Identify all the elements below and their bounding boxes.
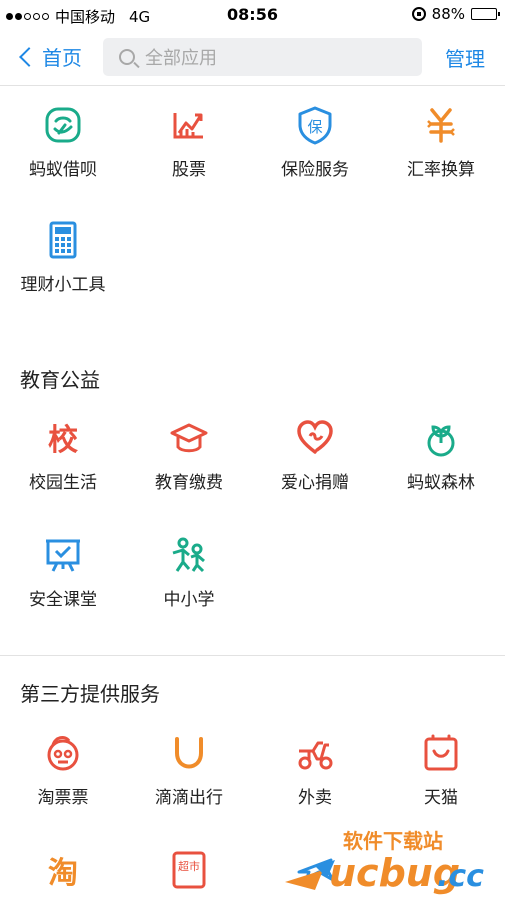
app-item-forest[interactable]: 蚂蚁森林 [378,418,504,493]
battery-icon [471,8,500,20]
app-item-stocks[interactable]: 股票 [126,105,252,180]
section-title-education: 教育公益 [20,368,100,392]
svg-text:超市: 超市 [178,859,200,873]
graduation-cap-icon [170,423,208,453]
app-label: 校园生活 [29,473,97,493]
app-label: 爱心捐赠 [281,473,349,493]
stock-chart-icon [173,113,203,139]
app-item-jiebei[interactable]: 蚂蚁借呗 [0,105,126,180]
app-item-tuition[interactable]: 教育缴费 [126,418,252,493]
app-label: 蚂蚁借呗 [29,160,97,180]
back-button[interactable]: 首页 [16,42,82,71]
search-icon [119,49,135,65]
didi-icon [175,737,203,769]
app-item-safety-class[interactable]: 安全课堂 [0,535,126,610]
app-label: 教育缴费 [155,473,223,493]
app-label: 天猫 [424,788,458,808]
search-placeholder: 全部应用 [145,48,217,69]
app-item-exchange[interactable]: 汇率换算 [378,105,504,180]
svg-text:淘: 淘 [48,856,78,890]
taopiaopiao-icon [47,736,79,771]
app-item-taobao[interactable]: 淘 [0,850,126,890]
app-label: 外卖 [298,788,332,808]
insurance-shield-icon: 保 [298,106,332,145]
calculator-icon [49,221,77,259]
app-label: 蚂蚁森林 [407,473,475,493]
status-bar: 中国移动 4G 08:56 88% [0,0,505,30]
section-divider [0,655,505,656]
section-title-third-party: 第三方提供服务 [20,682,160,706]
tmall-bag-icon [424,734,458,771]
nav-bar: 首页 全部应用 管理 [0,30,505,86]
manage-button[interactable]: 管理 [445,43,485,72]
exchange-yen-icon [427,108,455,143]
app-item-tmall[interactable]: 天猫 [378,733,504,808]
watermark-logo: 软件下载站 ucbug .cc [285,829,484,895]
kids-icon [172,537,205,573]
delivery-scooter-icon [298,741,333,770]
app-label: 汇率换算 [407,160,475,180]
search-input[interactable]: 全部应用 [103,38,422,76]
svg-text:校: 校 [48,423,78,458]
app-label: 安全课堂 [29,590,97,610]
app-item-campus[interactable]: 校 校园生活 [0,418,126,493]
huabei-face-icon [45,107,81,143]
app-item-insurance[interactable]: 保 保险服务 [252,105,378,180]
taobao-icon: 淘 [48,856,78,890]
app-item-didi[interactable]: 滴滴出行 [126,733,252,808]
sprout-icon [427,425,455,457]
svg-text:保: 保 [307,118,322,136]
app-label: 淘票票 [37,788,89,808]
app-item-delivery[interactable]: 外卖 [252,733,378,808]
battery-percent: 88% [431,5,465,23]
app-item-taopiaopiao[interactable]: 淘票票 [0,733,126,808]
campus-icon: 校 [48,423,78,458]
presentation-board-icon [46,539,80,572]
app-item-tools[interactable]: 理财小工具 [0,220,126,295]
orientation-lock-icon [411,7,426,21]
watermark-suffix: .cc [437,859,484,894]
app-item-donation[interactable]: 爱心捐赠 [252,418,378,493]
supermarket-icon: 超市 [172,851,206,889]
back-label: 首页 [42,46,82,70]
app-label: 股票 [172,160,206,180]
app-label: 中小学 [163,590,215,610]
watermark-title: 软件下载站 [343,829,443,853]
app-label: 滴滴出行 [155,788,223,808]
app-item-supermarket[interactable]: 超市 [126,850,252,890]
app-item-school[interactable]: 中小学 [126,535,252,610]
chevron-left-icon [19,46,39,67]
status-right: 88% [411,5,500,23]
heart-icon [297,420,333,454]
app-label: 保险服务 [281,160,349,180]
app-label: 理财小工具 [20,275,106,295]
